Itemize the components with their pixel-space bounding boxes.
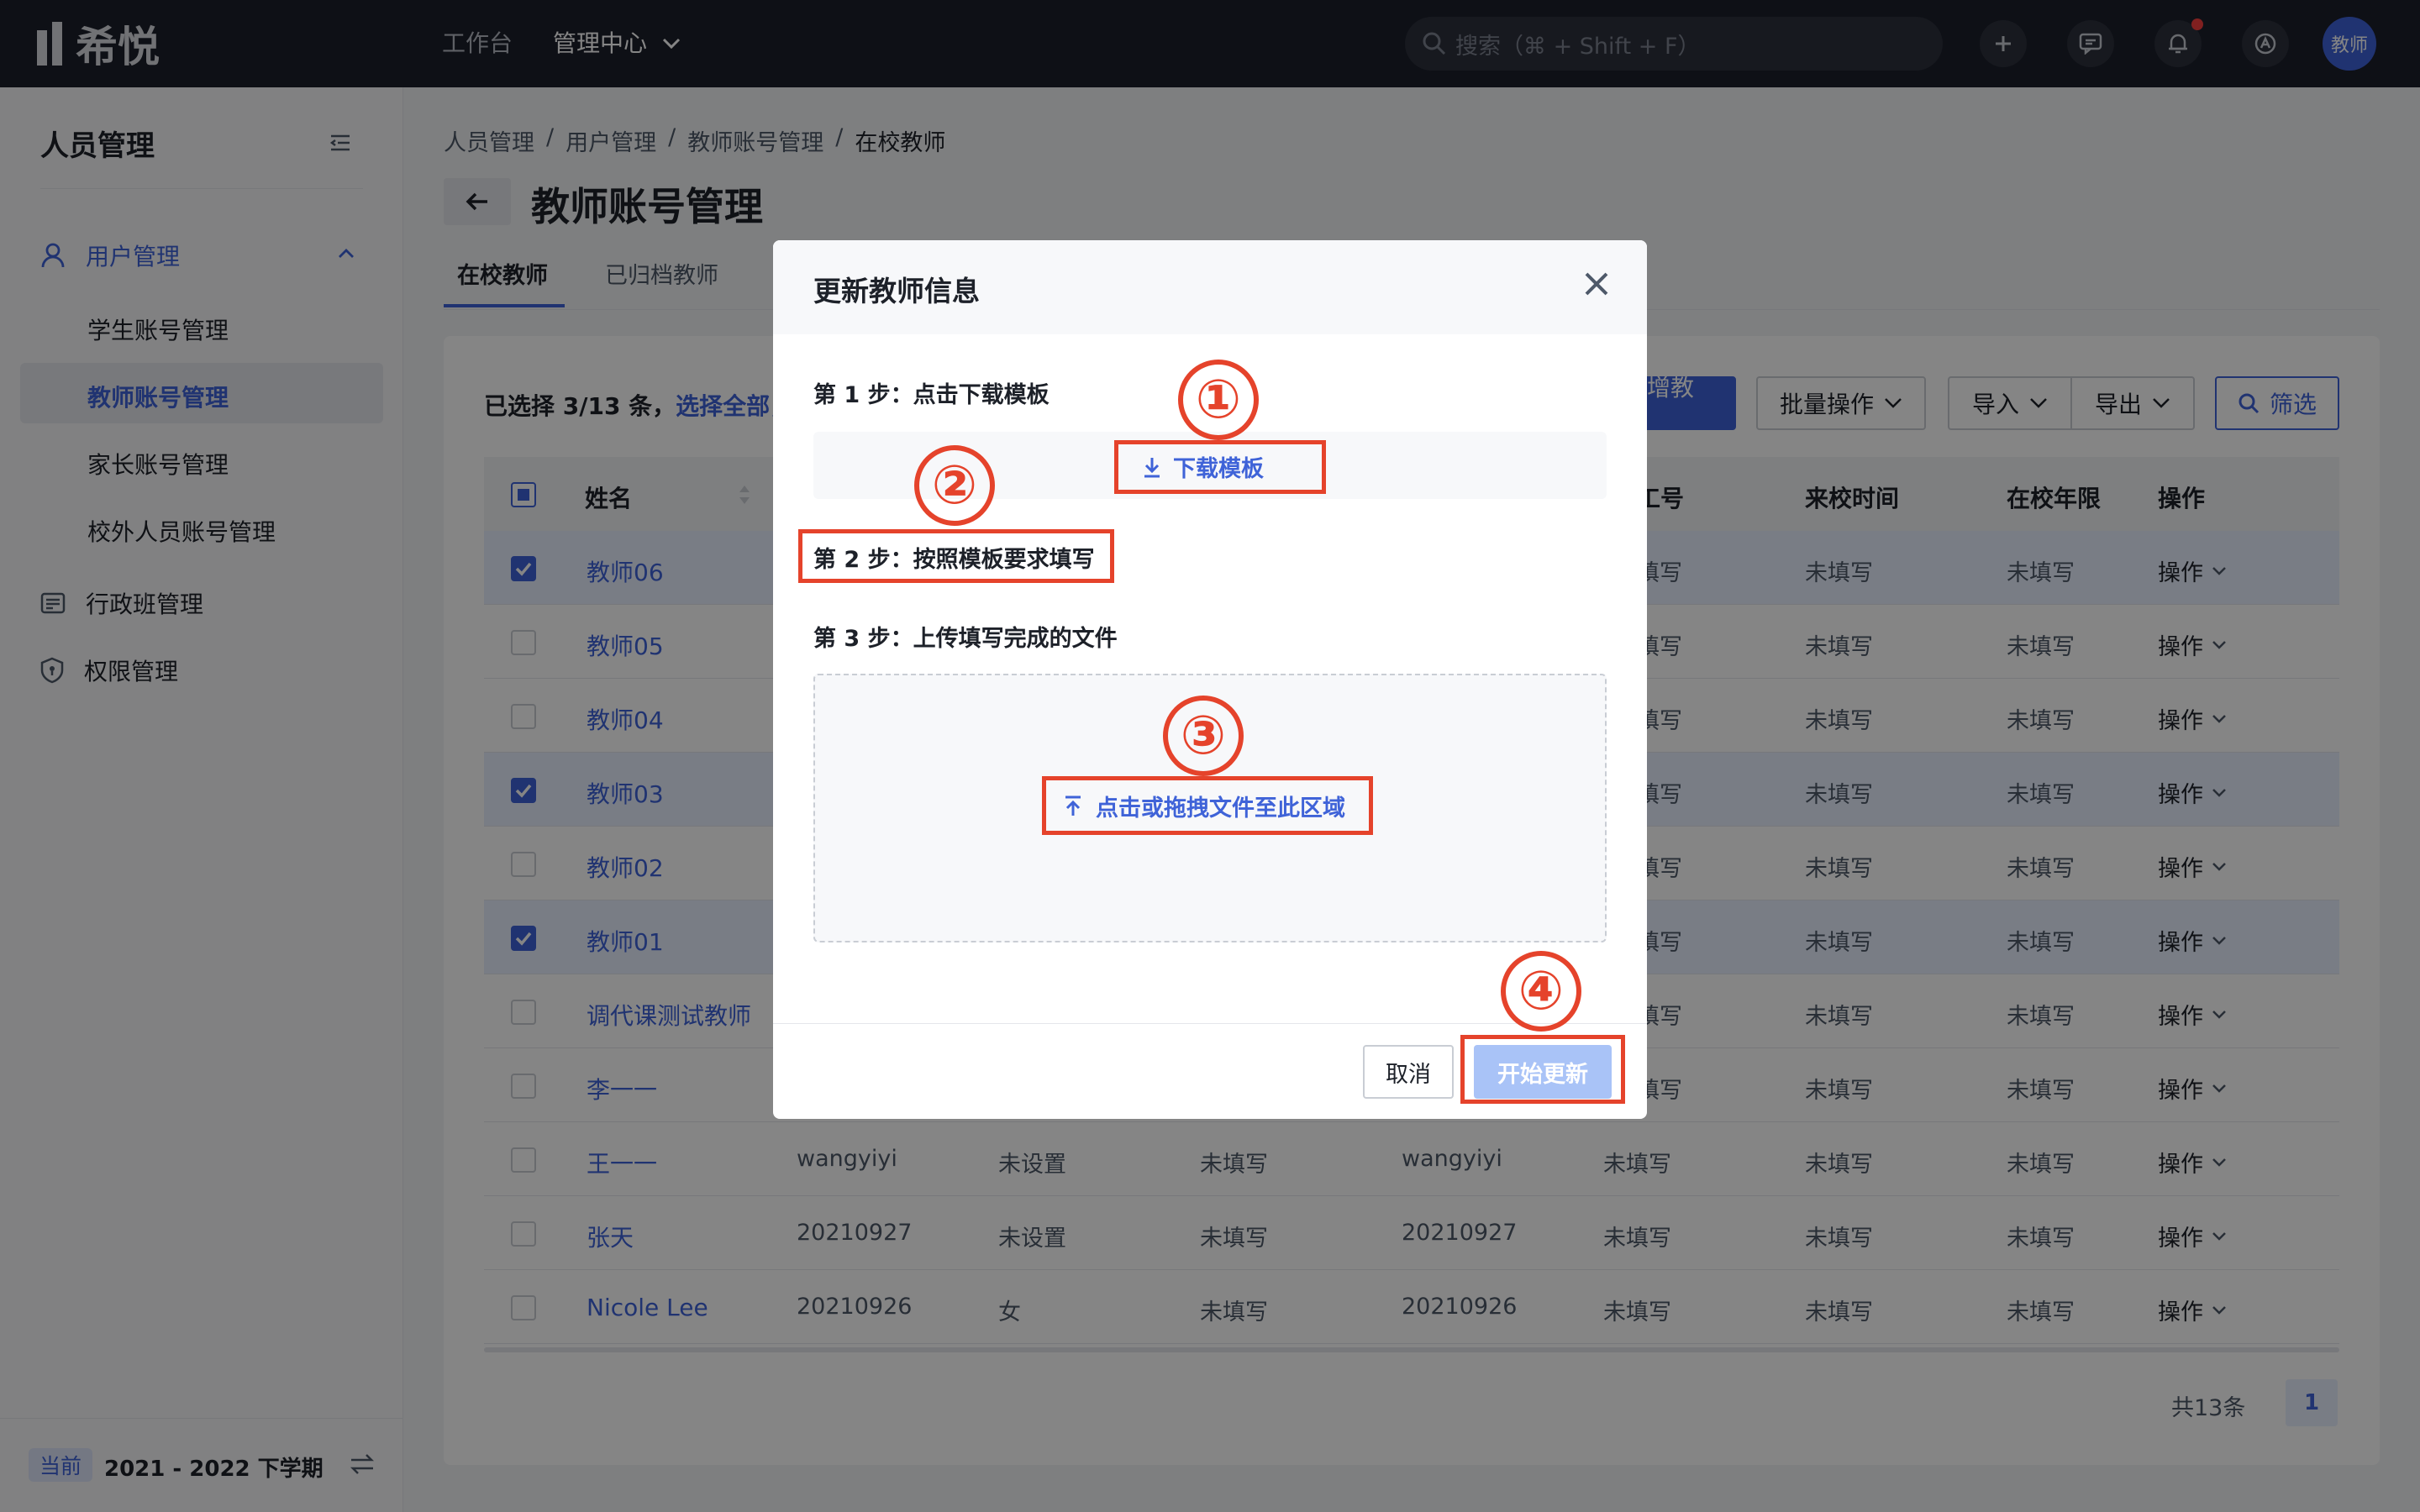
annotation-marker-2: ② xyxy=(914,445,995,526)
cancel-button[interactable]: 取消 xyxy=(1363,1045,1454,1099)
annotation-marker-4: ④ xyxy=(1501,951,1581,1032)
upload-file-link[interactable]: 点击或拖拽文件至此区域 xyxy=(1064,790,1345,822)
close-button[interactable] xyxy=(1583,270,1610,297)
start-update-button[interactable]: 开始更新 xyxy=(1474,1045,1612,1099)
download-template-link[interactable]: 下载模板 xyxy=(1143,450,1264,483)
annotation-marker-1: ① xyxy=(1178,360,1259,440)
close-icon xyxy=(1585,272,1608,296)
annotation-marker-3: ③ xyxy=(1163,696,1244,776)
upload-icon xyxy=(1065,795,1081,816)
step-2-label: 第 2 步：按照模板要求填写 xyxy=(813,547,1095,573)
update-teacher-dialog: 更新教师信息 第 1 步：点击下载模板 下载模板 ① ② 第 2 步：按照模板要… xyxy=(773,240,1647,1119)
download-icon xyxy=(1144,457,1160,477)
dialog-title: 更新教师信息 xyxy=(813,275,980,307)
step-1-label: 第 1 步：点击下载模板 xyxy=(813,382,1050,408)
step-3-label: 第 3 步：上传填写完成的文件 xyxy=(813,626,1118,652)
download-template-label: 下载模板 xyxy=(1173,456,1264,482)
upload-file-label: 点击或拖拽文件至此区域 xyxy=(1096,795,1345,822)
